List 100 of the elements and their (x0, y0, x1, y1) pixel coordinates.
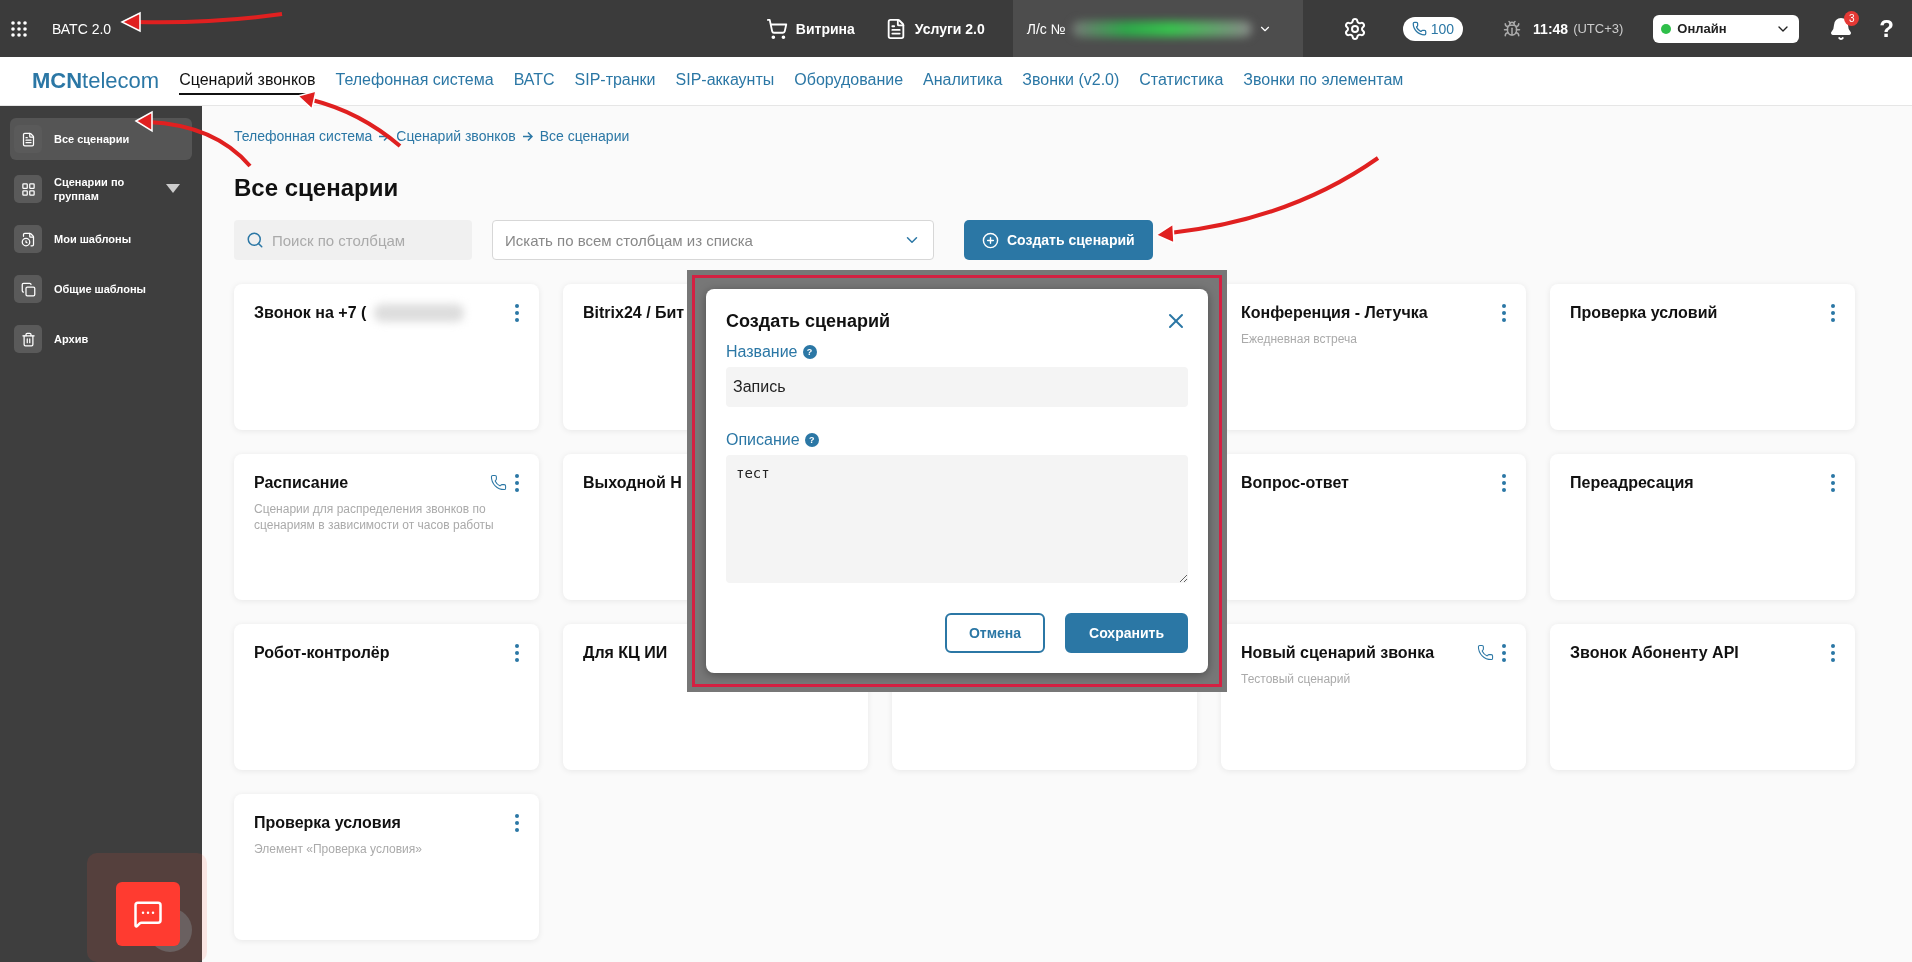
name-field[interactable]: Запись (726, 367, 1188, 407)
cancel-button[interactable]: Отмена (944, 613, 1046, 653)
nav-tab[interactable]: SIP-аккаунты (675, 67, 775, 95)
card-description: Тестовый сценарий (1241, 672, 1352, 688)
plus-icon (982, 231, 999, 249)
sidebar-item[interactable]: Сценарии по группам (10, 168, 192, 210)
more-icon[interactable] (1502, 474, 1506, 492)
phone-icon[interactable] (1477, 644, 1494, 661)
field-label: Название (726, 343, 798, 361)
more-icon[interactable] (515, 304, 519, 322)
card-description: Сценарии для распределения звонков по сценариям в зависимости от часов работы (254, 502, 495, 534)
card-title: Переадресация (1570, 474, 1694, 492)
sidebar-item[interactable]: Архив (10, 318, 192, 360)
breadcrumb-link[interactable]: Сценарий звонков (396, 128, 516, 144)
card-title: Проверка условий (1570, 304, 1718, 322)
help-button[interactable]: ? (1879, 14, 1894, 43)
sidebar-item-icon (14, 325, 42, 353)
cart-icon (765, 17, 788, 40)
nav-tab[interactable]: Оборудование (794, 67, 904, 95)
sidebar-item-icon (14, 175, 42, 203)
caret-icon[interactable] (166, 184, 180, 194)
settings-icon[interactable] (1342, 16, 1367, 41)
more-icon[interactable] (1502, 304, 1506, 322)
column-filter-select[interactable]: Искать по всем столбцам из списка (492, 220, 934, 260)
card-title: Для КЦ ИИ (583, 644, 668, 662)
scenario-card[interactable]: Проверка условий (1550, 284, 1855, 430)
sidebar-item-label: Архив (54, 331, 90, 347)
logo[interactable]: MCNtelecom (32, 68, 160, 94)
breadcrumb-link[interactable]: Все сценарии (539, 128, 630, 144)
more-icon[interactable] (1831, 304, 1835, 322)
account-selector[interactable]: Л/с № (1012, 0, 1303, 57)
card-title: Конференция - Летучка (1241, 304, 1428, 322)
card-title: Вопрос-ответ (1241, 474, 1349, 492)
save-button[interactable]: Сохранить (1065, 613, 1188, 653)
clock-time: 11:48 (1533, 20, 1569, 37)
sidebar-item-label: Мои шаблоны (54, 231, 133, 247)
nav-tab[interactable]: Звонки по элементам (1243, 67, 1404, 95)
nav-tab[interactable]: Телефонная система (335, 67, 494, 95)
description-field[interactable]: тест (726, 455, 1188, 583)
card-title: Робот-контролёр (254, 644, 390, 662)
nav-tab[interactable]: Аналитика (923, 67, 1003, 95)
chat-icon (133, 899, 163, 929)
card-title: Расписание (254, 474, 349, 492)
scenario-card[interactable]: Расписание Сценарии для распределения звонков по сценариям в зависимости от часов работы (234, 454, 539, 600)
help-icon[interactable]: ? (802, 345, 817, 359)
more-icon[interactable] (1831, 474, 1835, 492)
services-link[interactable]: Услуги 2.0 (884, 17, 985, 40)
more-icon[interactable] (515, 644, 519, 662)
card-title: Bitrix24 / Бит (583, 304, 685, 322)
page-title: Все сценарии (234, 174, 400, 202)
breadcrumb-separator-icon (522, 131, 533, 141)
search-field[interactable]: Поиск по столбцам (234, 220, 472, 260)
notification-badge: 3 (1844, 10, 1860, 26)
scenario-card[interactable]: Проверка условия Элемент «Проверка условия» (234, 794, 539, 940)
sidebar-item-label: Все сценарии (54, 131, 131, 147)
more-icon[interactable] (1831, 644, 1835, 662)
more-icon[interactable] (515, 814, 519, 832)
scenario-card[interactable]: Переадресация (1550, 454, 1855, 600)
phone-icon (1411, 21, 1427, 36)
shop-link[interactable]: Витрина (765, 17, 855, 40)
more-icon[interactable] (1502, 644, 1506, 662)
nav-tab[interactable]: ВАТС (513, 67, 555, 95)
card-description: Элемент «Проверка условия» (254, 842, 423, 858)
sidebar-item-icon (14, 225, 42, 253)
apps-grid-icon[interactable] (10, 19, 28, 38)
status-select[interactable]: Онлайн (1653, 14, 1800, 43)
card-title: Звонок Абоненту API (1570, 644, 1739, 662)
sidebar-item-icon (14, 125, 42, 153)
sidebar-item[interactable]: Мои шаблоны (10, 218, 192, 260)
create-scenario-button[interactable]: Создать сценарий (964, 220, 1153, 260)
nav-tab[interactable]: Звонки (v2.0) (1022, 67, 1120, 95)
card-title: Звонок на +7 ( (254, 304, 367, 322)
sidebar-item[interactable]: Все сценарии (10, 118, 192, 160)
search-icon (246, 231, 264, 249)
card-description: Ежедневная встреча (1241, 332, 1358, 348)
notifications-icon[interactable] (1829, 16, 1854, 41)
sidebar-item[interactable]: Общие шаблоны (10, 268, 192, 310)
card-title: Проверка условия (254, 814, 401, 832)
sidebar-item-label: Сценарии по группам (54, 174, 126, 204)
card-title: Новый сценарий звонка (1241, 644, 1435, 662)
dialog-title: Создать сценарий (726, 310, 891, 332)
more-icon[interactable] (515, 474, 519, 492)
scenario-card[interactable]: Звонок на +7 ( (234, 284, 539, 430)
scenario-card[interactable]: Звонок Абоненту API (1550, 624, 1855, 770)
timezone: (UTC+3) (1573, 21, 1624, 36)
help-icon[interactable]: ? (804, 433, 819, 447)
bug-icon[interactable] (1503, 19, 1522, 38)
nav-tab[interactable]: SIP-транки (574, 67, 656, 95)
calls-count: 100 (1430, 20, 1455, 37)
sidebar-item-icon (14, 275, 42, 303)
scenario-card[interactable]: Робот-контролёр (234, 624, 539, 770)
scenario-card[interactable]: Новый сценарий звонка Тестовый сценарий (1221, 624, 1526, 770)
card-title: Выходной Н (583, 474, 682, 492)
calls-counter[interactable]: 100 (1402, 16, 1464, 41)
breadcrumb-link[interactable]: Телефонная система (234, 128, 373, 144)
phone-icon[interactable] (490, 474, 507, 491)
sidebar-item-label: Общие шаблоны (54, 281, 147, 297)
chat-button[interactable] (116, 882, 180, 946)
field-label: Описание (726, 431, 800, 449)
nav-tab[interactable]: Статистика (1139, 67, 1224, 95)
